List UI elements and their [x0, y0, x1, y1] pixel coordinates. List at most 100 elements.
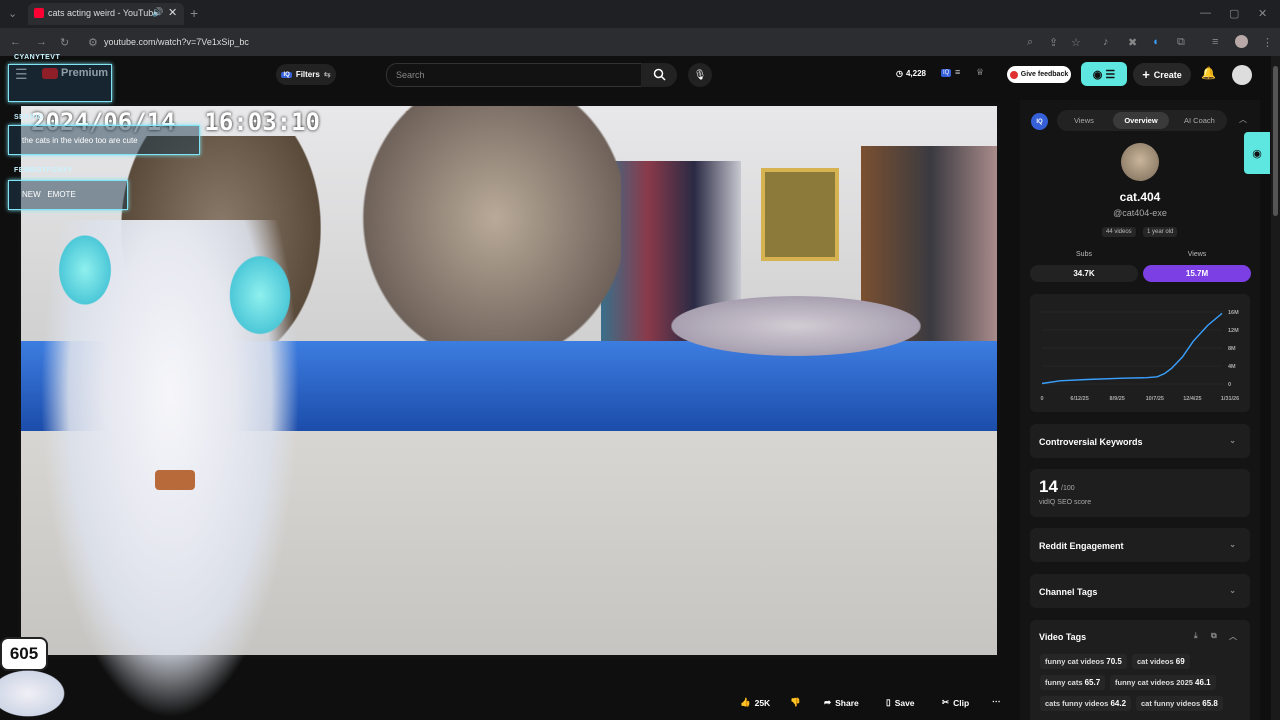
controversial-keywords-card[interactable]: Controversial Keywords ⌄: [1030, 424, 1250, 458]
tag-score: 64.2: [1110, 699, 1127, 708]
share-page-icon[interactable]: ⇪: [1049, 36, 1058, 49]
thumbs-down-icon: 👎: [790, 697, 801, 707]
chat-message-box: the cats in the video too are cute: [8, 125, 200, 155]
save-button[interactable]: ▯ Save: [886, 697, 915, 708]
subs-label: Subs: [1076, 251, 1092, 258]
vidiq-badge-icon: ◉ ☰: [1092, 68, 1116, 81]
extension-x-icon[interactable]: ✖: [1128, 36, 1137, 49]
views-chart-card: 0 4M 8M 12M 16M 0 6/12/25 8/9/25 10/7/25 12/4/25 1…: [1030, 294, 1250, 412]
url-field[interactable]: youtube.com/watch?v=7Ve1xSip_bc: [104, 37, 249, 47]
thumbs-up-icon: 👍: [740, 697, 751, 707]
dislike-button[interactable]: 👎: [790, 697, 801, 708]
reading-list-icon[interactable]: ≡: [1212, 36, 1218, 48]
video-tag-chip[interactable]: funny cats 65.7: [1040, 675, 1106, 690]
tag-score: 65.7: [1084, 678, 1101, 687]
page-scrollbar[interactable]: [1271, 56, 1280, 720]
like-count: 25K: [754, 697, 771, 708]
chart-x-tick-label: 10/7/25: [1146, 396, 1164, 402]
trophy-icon[interactable]: ♕: [976, 67, 984, 78]
extension-sound-icon[interactable]: ◖: [1152, 36, 1159, 48]
maximize-icon[interactable]: ▢: [1229, 7, 1239, 20]
notifications-bell-icon[interactable]: 🔔: [1201, 66, 1216, 80]
tab-overview[interactable]: Overview: [1113, 112, 1169, 129]
more-horizontal-icon: ⋯: [992, 696, 1001, 706]
give-feedback-button[interactable]: Give feedback: [1007, 66, 1071, 83]
reload-icon[interactable]: ↻: [60, 36, 69, 49]
vidiq-side-tab[interactable]: ◉: [1244, 132, 1270, 174]
subs-stat-button[interactable]: 34.7K: [1030, 265, 1138, 282]
give-feedback-label: Give feedback: [1020, 71, 1069, 78]
search-icon: [653, 68, 666, 81]
back-icon[interactable]: ←: [10, 36, 21, 48]
tag-name: funny cat videos: [1045, 657, 1105, 666]
create-button[interactable]: + Create: [1133, 63, 1191, 86]
share-button[interactable]: ➦ Share: [824, 697, 859, 708]
vtuber-right-ear: [225, 250, 295, 340]
channel-avatar[interactable]: [1121, 143, 1159, 181]
search-button[interactable]: [641, 63, 677, 87]
vidiq-menu-button[interactable]: ◉ ☰: [1081, 62, 1127, 86]
video-tag-chip[interactable]: cat videos 69: [1132, 654, 1190, 669]
view-count: 4,228: [905, 69, 927, 78]
window-close-icon[interactable]: ✕: [1258, 7, 1267, 20]
channel-tags-card[interactable]: Channel Tags ⌄: [1030, 574, 1250, 608]
bookmark-star-icon[interactable]: ☆: [1071, 36, 1081, 49]
reddit-engagement-label: Reddit Engagement: [1039, 541, 1124, 551]
minimize-icon[interactable]: —: [1200, 7, 1211, 19]
chart-y-tick-label: 0: [1228, 382, 1231, 388]
tab-list-icon[interactable]: ⌄: [8, 7, 17, 20]
copy-icon[interactable]: ⧉: [1211, 631, 1217, 641]
more-actions-button[interactable]: ⋯: [992, 696, 1001, 707]
chart-y-tick-label: 12M: [1228, 328, 1239, 334]
chart-y-tick-label: 4M: [1228, 364, 1236, 370]
channel-name[interactable]: cat.404: [1030, 190, 1250, 204]
scrollbar-thumb[interactable]: [1273, 66, 1278, 216]
media-icon[interactable]: ♪: [1103, 36, 1109, 48]
filters-button[interactable]: IQ Filters ⇆: [276, 64, 336, 85]
forward-icon[interactable]: →: [36, 36, 47, 48]
video-tag-chip[interactable]: funny cat videos 70.5: [1040, 654, 1127, 669]
video-tag-chip[interactable]: funny cat videos 2025 46.1: [1110, 675, 1216, 690]
tab-views[interactable]: Views: [1074, 116, 1094, 125]
vtuber-left-ear: [55, 230, 115, 310]
views-stat-button[interactable]: 15.7M: [1143, 265, 1251, 282]
expand-chevron-icon: ⌄: [1229, 540, 1236, 549]
vidiq-toolbar-icon[interactable]: IQ: [941, 69, 952, 77]
chart-y-tick-label: 8M: [1228, 346, 1236, 352]
reddit-engagement-card[interactable]: Reddit Engagement ⌄: [1030, 528, 1250, 562]
voice-search-icon[interactable]: 🎙: [688, 63, 712, 87]
tag-name: funny cats: [1045, 678, 1083, 687]
chat-username: FEMBOTFOXXY: [14, 167, 73, 174]
videos-badge: 44 videos: [1102, 227, 1136, 237]
search-input[interactable]: Search: [386, 63, 643, 87]
browser-menu-icon[interactable]: ⋮: [1262, 36, 1273, 49]
channel-handle: @cat404-exe: [1113, 208, 1167, 218]
list-icon[interactable]: ≡: [955, 67, 960, 77]
save-label: Save: [894, 697, 915, 708]
tab-ai-coach[interactable]: AI Coach: [1184, 116, 1215, 125]
share-label: Share: [835, 697, 859, 708]
download-icon[interactable]: ⤓: [1194, 631, 1198, 641]
site-info-icon[interactable]: ⚙: [88, 36, 98, 49]
profile-avatar[interactable]: [1235, 35, 1248, 48]
tab-close-icon[interactable]: ✕: [168, 6, 177, 19]
video-tag-chip[interactable]: cat funny videos 65.8: [1136, 696, 1223, 711]
extensions-puzzle-icon[interactable]: ⧉: [1177, 36, 1185, 49]
video-tags-label: Video Tags: [1039, 632, 1087, 642]
clip-button[interactable]: ✂ Clip: [942, 697, 969, 708]
address-bar-row: ← → ↻ ⚙ youtube.com/watch?v=7Ve1xSip_bc …: [0, 28, 1280, 56]
create-label: Create: [1153, 69, 1182, 80]
audio-icon[interactable]: 🔊: [152, 7, 163, 18]
collapse-chevron-icon[interactable]: ︿: [1239, 114, 1247, 125]
browser-tab-bar: ⌄ cats acting weird - YouTube 🔊 ✕ + — ▢ …: [0, 0, 1280, 28]
zoom-icon[interactable]: ⌕: [1027, 36, 1033, 49]
video-tag-chip[interactable]: cats funny videos 64.2: [1040, 696, 1132, 711]
bookmark-icon: ▯: [886, 697, 891, 707]
seo-score-label: vidIQ SEO score: [1039, 499, 1092, 506]
counter-badge: 605: [0, 637, 48, 671]
like-button[interactable]: 👍 25K: [740, 697, 770, 708]
browser-tab[interactable]: cats acting weird - YouTube 🔊 ✕: [28, 3, 184, 25]
collapse-chevron-icon[interactable]: ︿: [1229, 631, 1237, 642]
account-avatar[interactable]: [1232, 65, 1252, 85]
new-tab-icon[interactable]: +: [190, 5, 198, 21]
